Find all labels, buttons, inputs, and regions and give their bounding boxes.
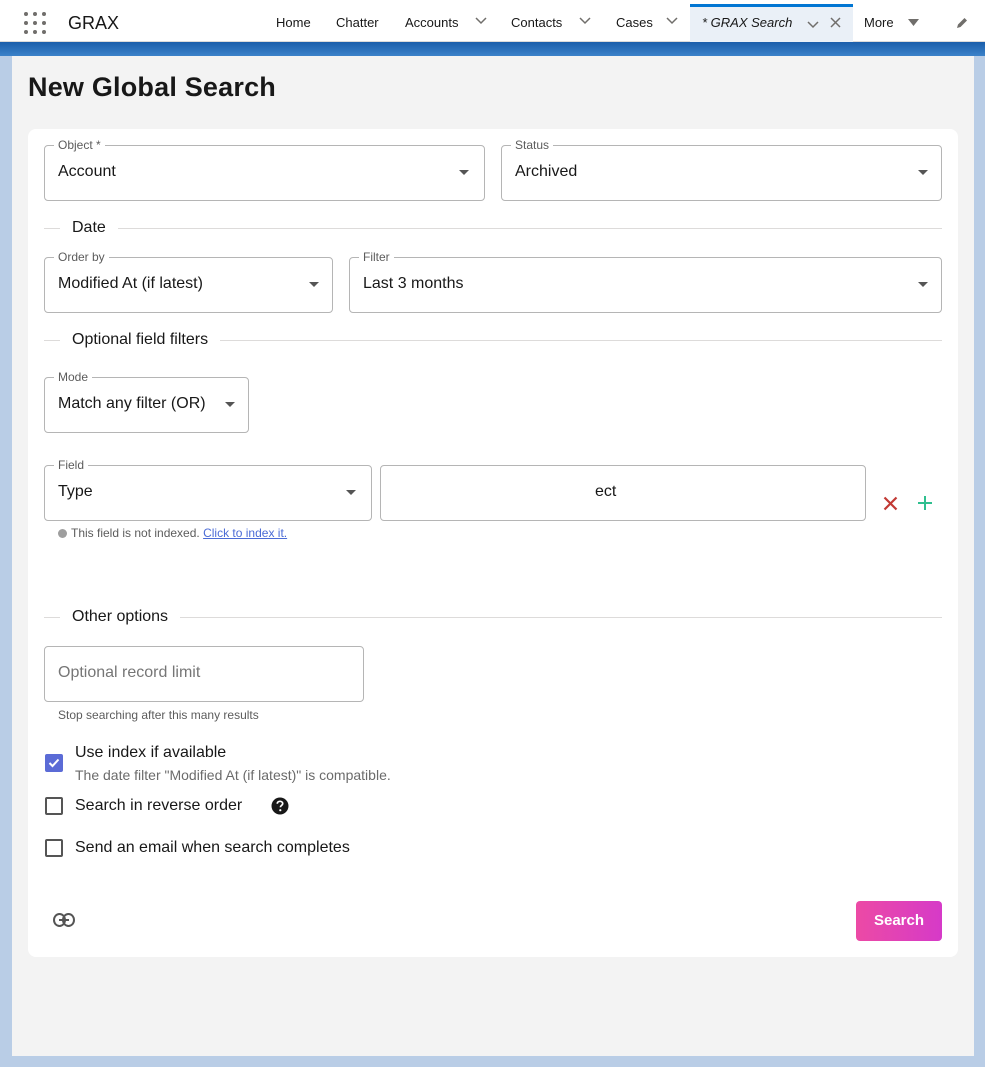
tab-grax-search[interactable]: * GRAX Search	[690, 4, 853, 42]
more-caret-down-icon[interactable]	[908, 19, 919, 26]
filter-value-text: ect	[595, 483, 617, 500]
status-select[interactable]: Status Archived	[501, 137, 942, 201]
filter-value-input[interactable]: ect	[380, 465, 866, 521]
date-section-title: Date	[60, 218, 118, 238]
link-icon[interactable]	[53, 913, 75, 927]
tab-grax-search-label: * GRAX Search	[702, 15, 793, 30]
search-form-card	[28, 129, 958, 957]
nav-item-home[interactable]: Home	[276, 0, 311, 42]
record-limit-placeholder: Optional record limit	[58, 664, 201, 681]
record-limit-input[interactable]: Optional record limit	[44, 646, 364, 702]
nav-item-accounts[interactable]: Accounts	[405, 0, 458, 42]
checkmark-icon	[48, 758, 60, 768]
order-by-label: Order by	[54, 249, 109, 265]
nav-item-contacts[interactable]: Contacts	[511, 0, 562, 42]
record-limit-helper: Stop searching after this many results	[58, 708, 259, 722]
send-email-label[interactable]: Send an email when search completes	[75, 839, 350, 857]
cases-chevron-down-icon[interactable]	[666, 17, 678, 25]
tab-chevron-down-icon[interactable]	[807, 21, 819, 29]
index-note-text: This field is not indexed.	[71, 526, 200, 540]
status-caret-down-icon	[918, 170, 928, 175]
edit-pencil-icon[interactable]	[955, 16, 969, 30]
accounts-chevron-down-icon[interactable]	[475, 17, 487, 25]
field-label: Field	[54, 457, 89, 473]
date-filter-caret-down-icon	[918, 282, 928, 287]
order-by-value: Modified At (if latest)	[58, 275, 203, 292]
contacts-chevron-down-icon[interactable]	[579, 17, 591, 25]
optional-filters-title: Optional field filters	[60, 330, 221, 350]
date-filter-select[interactable]: Filter Last 3 months	[349, 249, 942, 313]
optional-filters-divider: Optional field filters	[44, 330, 942, 350]
app-name: GRAX	[68, 13, 120, 33]
object-value: Account	[58, 163, 116, 180]
use-index-checkbox[interactable]	[45, 754, 63, 772]
reverse-order-label[interactable]: Search in reverse order	[75, 797, 242, 815]
close-icon[interactable]	[830, 17, 841, 28]
app-launcher-icon[interactable]	[24, 12, 46, 34]
object-label: Object *	[54, 137, 105, 153]
object-select[interactable]: Object * Account	[44, 137, 485, 201]
index-field-link[interactable]: Click to index it.	[203, 526, 287, 540]
send-email-checkbox[interactable]	[45, 839, 63, 857]
date-filter-label: Filter	[359, 249, 394, 265]
other-options-divider: Other options	[44, 607, 942, 627]
index-note: This field is not indexed. Click to inde…	[58, 526, 287, 540]
date-filter-value: Last 3 months	[363, 275, 464, 292]
help-icon[interactable]	[271, 797, 289, 815]
order-by-caret-down-icon	[309, 282, 319, 287]
status-label: Status	[511, 137, 554, 153]
nav-item-cases[interactable]: Cases	[616, 0, 653, 42]
nav-item-chatter[interactable]: Chatter	[336, 0, 379, 42]
order-by-select[interactable]: Order by Modified At (if latest)	[44, 249, 333, 313]
mode-label: Mode	[54, 369, 93, 385]
date-section-divider: Date	[44, 218, 942, 238]
value-input-overlay	[391, 467, 595, 519]
other-options-title: Other options	[60, 607, 181, 627]
object-caret-down-icon	[459, 170, 469, 175]
mode-caret-down-icon	[225, 402, 235, 407]
nav-item-more[interactable]: More	[864, 0, 894, 42]
use-index-helper: The date filter "Modified At (if latest)…	[75, 767, 391, 783]
status-dot-icon	[58, 529, 67, 538]
mode-select[interactable]: Mode Match any filter (OR)	[44, 369, 249, 433]
field-select[interactable]: Field Type	[44, 457, 372, 521]
remove-filter-icon[interactable]	[883, 496, 898, 511]
top-navigation: GRAX Home Chatter Accounts Contacts Case…	[0, 0, 985, 42]
status-value: Archived	[515, 163, 578, 180]
field-value: Type	[58, 483, 93, 500]
mode-value: Match any filter (OR)	[58, 395, 206, 412]
search-button[interactable]: Search	[856, 901, 942, 941]
page-title: New Global Search	[28, 72, 276, 102]
use-index-label[interactable]: Use index if available	[75, 744, 226, 762]
reverse-order-checkbox[interactable]	[45, 797, 63, 815]
field-caret-down-icon	[346, 490, 356, 495]
add-filter-icon[interactable]	[917, 495, 933, 511]
